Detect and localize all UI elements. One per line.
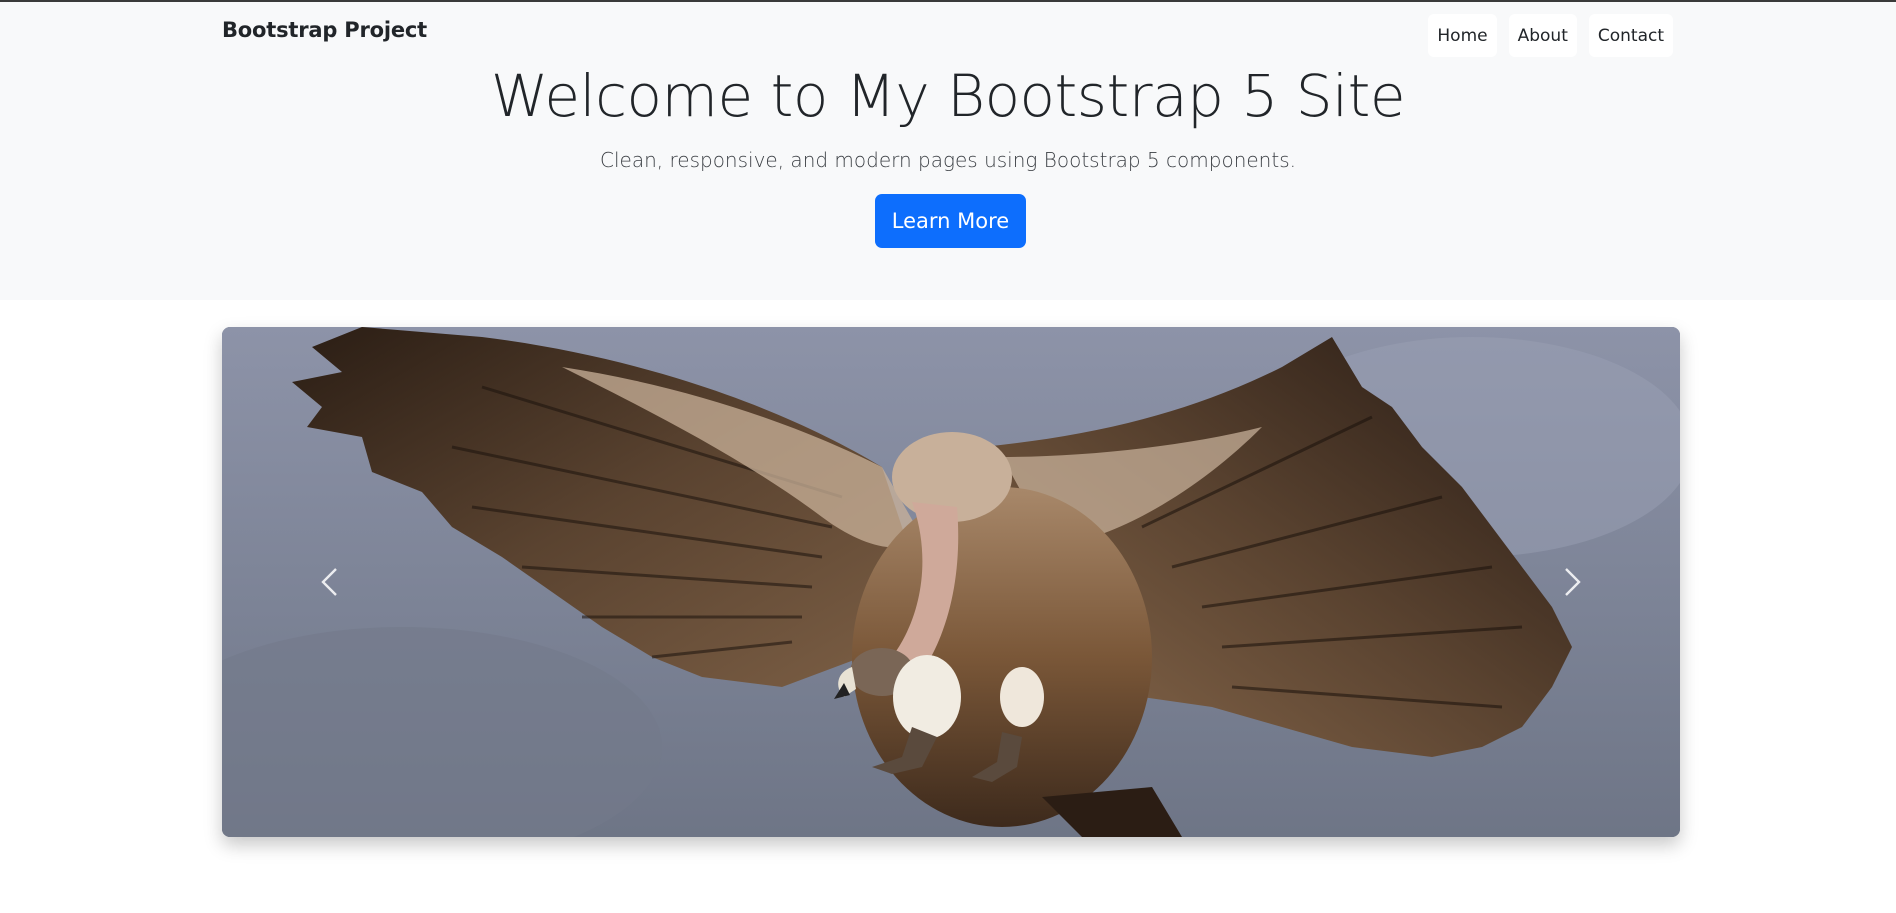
navbar-brand[interactable]: Bootstrap Project bbox=[222, 18, 427, 42]
navbar-links: Home About Contact bbox=[1428, 14, 1673, 57]
carousel-slide-image bbox=[222, 327, 1680, 837]
nav-link-about[interactable]: About bbox=[1508, 14, 1577, 57]
learn-more-button[interactable]: Learn More bbox=[875, 194, 1026, 248]
hero-section: Bootstrap Project Home About Contact Wel… bbox=[0, 2, 1896, 300]
hero-title: Welcome to My Bootstrap 5 Site bbox=[490, 62, 1406, 130]
chevron-right-icon bbox=[1565, 568, 1581, 596]
nav-link-home[interactable]: Home bbox=[1428, 14, 1497, 57]
hero-lead: Clean, responsive, and modern pages usin… bbox=[600, 148, 1296, 172]
nav-link-contact[interactable]: Contact bbox=[1588, 14, 1673, 57]
carousel-prev-button[interactable] bbox=[240, 327, 420, 837]
chevron-left-icon bbox=[321, 568, 337, 596]
image-carousel bbox=[222, 327, 1680, 837]
carousel-next-button[interactable] bbox=[1482, 327, 1662, 837]
